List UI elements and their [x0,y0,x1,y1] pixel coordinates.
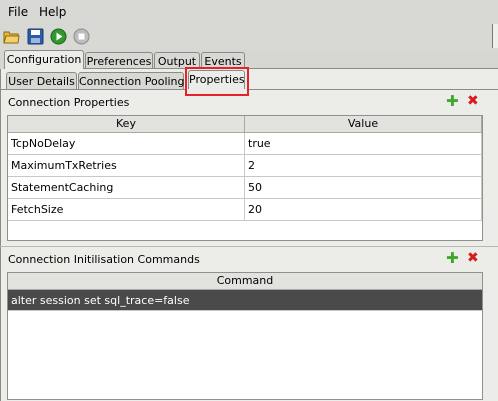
init-commands-title: Connection Initilisation Commands [8,253,200,266]
window-edge [492,24,498,48]
subtab-divider-left [0,89,185,90]
stop-icon[interactable] [73,28,90,45]
command-row[interactable]: alter session set sql_trace=false [8,290,482,311]
column-header-command[interactable]: Command [8,273,482,290]
property-key-cell[interactable]: MaximumTxRetries [8,155,245,177]
remove-command-icon[interactable]: ✖ [467,251,479,265]
tab-connection-pooling[interactable]: Connection Pooling [78,72,185,89]
property-key-cell[interactable]: TcpNoDelay [8,133,245,155]
app-window: File Help Configuration Preferences Outp… [0,0,498,401]
properties-table: Key Value TcpNoDelay true MaximumTxRetri… [7,115,483,241]
property-value-cell[interactable]: 20 [245,199,482,221]
add-property-icon[interactable]: ✚ [446,94,459,109]
section-separator [0,246,498,247]
remove-property-icon[interactable]: ✖ [467,94,479,108]
menu-help[interactable]: Help [39,5,66,19]
open-folder-icon[interactable] [3,28,20,45]
tab-user-details[interactable]: User Details [6,72,77,89]
commands-table: Command alter session set sql_trace=fals… [7,272,483,400]
property-value-cell[interactable]: true [245,133,482,155]
column-header-value[interactable]: Value [245,116,482,133]
toolbar [0,25,498,50]
add-command-icon[interactable]: ✚ [446,251,459,266]
property-key-cell[interactable]: FetchSize [8,199,245,221]
connection-properties-title: Connection Properties [8,96,130,109]
run-icon[interactable] [50,28,67,45]
tab-preferences[interactable]: Preferences [85,52,153,69]
menu-file[interactable]: File [8,5,28,19]
properties-tab-highlight [185,67,249,96]
subtab-divider-right [249,89,498,90]
column-header-key[interactable]: Key [8,116,245,133]
save-icon[interactable] [27,28,44,45]
property-value-cell[interactable]: 50 [245,177,482,199]
tab-configuration[interactable]: Configuration [4,50,84,69]
menu-bar: File Help [0,0,498,24]
property-value-cell[interactable]: 2 [245,155,482,177]
property-key-cell[interactable]: StatementCaching [8,177,245,199]
